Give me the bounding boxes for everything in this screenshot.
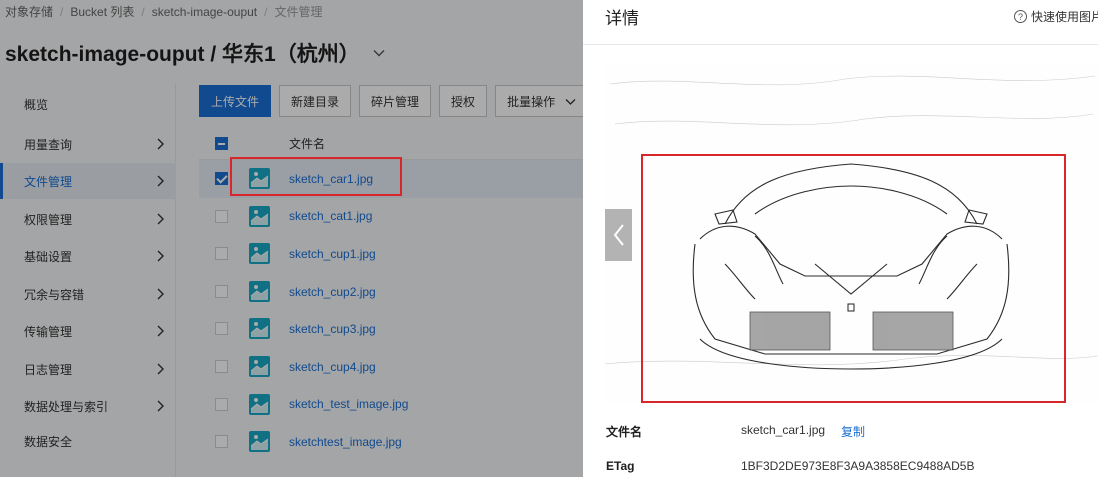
sidebar-item-data-processing[interactable]: 数据处理与索引 — [0, 388, 176, 424]
breadcrumb-item[interactable]: sketch-image-ouput — [152, 5, 257, 19]
breadcrumb-item[interactable]: 对象存储 — [5, 5, 53, 19]
sidebar-item-permissions[interactable]: 权限管理 — [0, 201, 176, 237]
sidebar-item-transfer[interactable]: 传输管理 — [0, 313, 176, 349]
filename-value: sketch_car1.jpg — [741, 423, 826, 437]
row-checkbox[interactable] — [215, 209, 228, 223]
image-file-icon — [249, 243, 270, 265]
sidebar-item-label: 传输管理 — [24, 324, 73, 339]
drawer-title: 详情 — [605, 9, 639, 28]
table-row[interactable]: sketch_test_image.jpg — [199, 386, 583, 424]
row-checkbox[interactable] — [215, 359, 228, 373]
sidebar-item-label: 数据处理与索引 — [24, 399, 109, 414]
sidebar-item-basic-settings[interactable]: 基础设置 — [0, 238, 176, 274]
quick-use-link[interactable]: ? 快速使用图片 — [1014, 8, 1098, 25]
image-file-icon — [249, 318, 270, 340]
oss-file-manager: 对象存储 / Bucket 列表 / sketch-image-ouput / 文件管理 s… — [0, 0, 583, 477]
sidebar-item-label: 用量查询 — [24, 137, 73, 152]
previous-image-button[interactable] — [605, 209, 632, 261]
row-checkbox[interactable] — [215, 284, 228, 298]
sidebar-item-label: 数据安全 — [24, 434, 73, 449]
row-checkbox[interactable] — [215, 172, 228, 185]
file-name-link[interactable]: sketch_cup4.jpg — [289, 360, 376, 374]
sidebar-item-redundancy[interactable]: 冗余与容错 — [0, 276, 176, 312]
sidebar-item-label: 概览 — [24, 97, 49, 112]
row-checkbox[interactable] — [215, 247, 228, 261]
chevron-right-icon — [157, 325, 164, 337]
image-file-icon — [249, 355, 270, 377]
file-name-link[interactable]: sketchtest_image.jpg — [289, 435, 402, 449]
chevron-right-icon — [157, 138, 164, 150]
chevron-down-icon[interactable] — [372, 46, 386, 60]
copy-link[interactable]: 复制 — [841, 423, 865, 440]
sidebar-item-overview[interactable]: 概览 — [0, 86, 176, 122]
chevron-right-icon — [157, 363, 164, 375]
table-row[interactable]: sketch_cup3.jpg — [199, 310, 583, 348]
etag-label: ETag — [606, 459, 635, 473]
chevron-right-icon — [157, 213, 164, 225]
authorize-button[interactable]: 授权 — [439, 85, 488, 117]
file-name-link[interactable]: sketch_cup2.jpg — [289, 285, 376, 299]
upload-button[interactable]: 上传文件 — [199, 85, 272, 117]
fragment-management-button[interactable]: 碎片管理 — [359, 85, 432, 117]
column-header-filename: 文件名 — [289, 137, 326, 151]
sidebar-item-logs[interactable]: 日志管理 — [0, 351, 176, 387]
sidebar-item-label: 基础设置 — [24, 249, 73, 264]
help-icon: ? — [1014, 10, 1027, 23]
sidebar-item-label: 文件管理 — [24, 174, 73, 189]
page-title: sketch-image-ouput / 华东1（杭州） — [5, 38, 386, 68]
breadcrumb-item[interactable]: Bucket 列表 — [70, 5, 134, 19]
quick-use-label: 快速使用图片 — [1031, 10, 1098, 24]
chevron-left-icon — [613, 224, 624, 246]
sidebar-item-label: 冗余与容错 — [24, 287, 85, 302]
breadcrumb-current: 文件管理 — [274, 5, 323, 19]
filename-label: 文件名 — [606, 425, 643, 439]
file-name-link[interactable]: sketch_cup3.jpg — [289, 322, 376, 336]
row-checkbox[interactable] — [215, 397, 228, 411]
sidebar-item-label: 权限管理 — [24, 212, 73, 227]
chevron-right-icon — [157, 288, 164, 300]
row-checkbox[interactable] — [215, 322, 228, 336]
image-file-icon — [249, 280, 270, 302]
bucket-title: sketch-image-ouput / 华东1（杭州） — [5, 43, 360, 66]
sidebar-item-file-management[interactable]: 文件管理 — [0, 163, 176, 199]
batch-operations-button[interactable]: 批量操作 — [495, 85, 583, 117]
sidebar: 概览 用量查询 文件管理 权限管理 基础设置 冗余与容错 传输管理 日志管理 数… — [0, 84, 176, 477]
sidebar-item-data-security[interactable]: 数据安全 — [0, 423, 176, 459]
divider — [583, 44, 1098, 45]
new-directory-button[interactable]: 新建目录 — [279, 85, 352, 117]
chevron-right-icon — [157, 175, 164, 187]
breadcrumb: 对象存储 / Bucket 列表 / sketch-image-ouput / 文件管理 — [5, 5, 323, 19]
image-file-icon — [249, 393, 270, 415]
highlight-annotation — [230, 157, 402, 196]
chevron-down-icon — [565, 98, 576, 105]
file-name-link[interactable]: sketch_cup1.jpg — [289, 247, 376, 261]
toolbar: 上传文件 新建目录 碎片管理 授权 批量操作 — [199, 85, 583, 117]
select-all-checkbox[interactable] — [215, 137, 228, 150]
table-row[interactable]: sketch_cup2.jpg — [199, 273, 583, 311]
batch-operations-label: 批量操作 — [507, 94, 556, 109]
row-checkbox[interactable] — [215, 435, 228, 449]
table-row[interactable]: sketch_cup1.jpg — [199, 235, 583, 273]
sidebar-item-usage[interactable]: 用量查询 — [0, 126, 176, 162]
table-row[interactable]: sketch_cat1.jpg — [199, 198, 583, 236]
file-name-link[interactable]: sketch_test_image.jpg — [289, 397, 408, 411]
highlight-annotation — [641, 154, 1066, 403]
table-row[interactable]: sketch_cup4.jpg — [199, 348, 583, 386]
image-file-icon — [249, 205, 270, 227]
file-name-link[interactable]: sketch_cat1.jpg — [289, 209, 372, 223]
chevron-right-icon — [157, 250, 164, 262]
image-file-icon — [249, 431, 270, 453]
table-header: 文件名 — [199, 128, 583, 160]
etag-value: 1BF3D2DE973E8F3A9A3858EC9488AD5B — [741, 459, 975, 473]
chevron-right-icon — [157, 400, 164, 412]
sidebar-item-label: 日志管理 — [24, 362, 73, 377]
table-row[interactable]: sketchtest_image.jpg — [199, 423, 583, 461]
